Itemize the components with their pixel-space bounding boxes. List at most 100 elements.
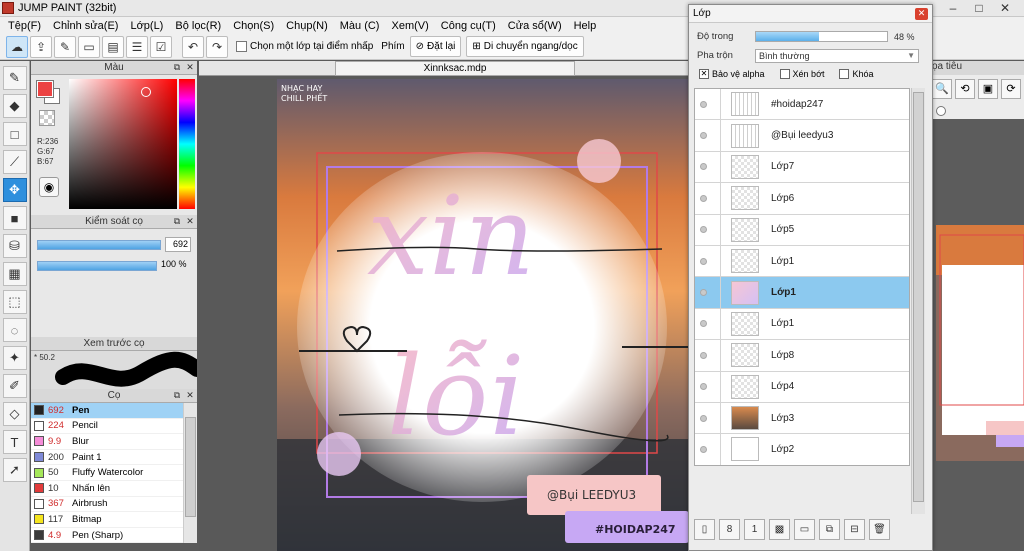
export-icon[interactable]: ⇪	[30, 35, 52, 58]
document-icon[interactable]: ▤	[102, 35, 124, 58]
minimize-icon[interactable]: –	[940, 0, 966, 16]
menu-select[interactable]: Chọn(S)	[227, 20, 280, 32]
chat-icon[interactable]: ▭	[78, 35, 100, 58]
canvas-artwork[interactable]: xin lỗi NHẠC HAY CHILL PHẾT @Bụi LEEDYU3…	[277, 79, 689, 551]
brush-item[interactable]: 50 Fluffy Watercolor	[31, 465, 197, 481]
maximize-icon[interactable]: □	[966, 0, 992, 16]
brush-tool-icon[interactable]: ✎	[2, 66, 27, 90]
brush-item[interactable]: 200 Paint 1	[31, 450, 197, 466]
rotate-icon[interactable]: ⟲	[955, 79, 975, 99]
brush-opacity-slider[interactable]	[37, 260, 157, 271]
visibility-icon[interactable]	[695, 226, 711, 234]
close-icon[interactable]: ✕	[915, 8, 928, 20]
blend-mode-select[interactable]: Bình thường ▼	[755, 48, 919, 63]
close-icon[interactable]: ✕	[185, 62, 195, 72]
lasso-tool-icon[interactable]: ◌	[2, 318, 27, 342]
zoom-icon[interactable]: 🔍	[932, 79, 952, 99]
scroll-thumb[interactable]	[913, 92, 924, 502]
layer-list-scrollbar[interactable]	[911, 88, 925, 514]
brush-item[interactable]: 224 Pencil	[31, 419, 197, 435]
foreground-swatch[interactable]	[36, 80, 54, 98]
layer-row[interactable]: Lớp3	[695, 402, 909, 435]
line-tool-icon[interactable]: ⟋	[2, 150, 27, 174]
layer-row[interactable]: Lớp1	[695, 245, 909, 278]
rectangle-tool-icon[interactable]: □	[2, 122, 27, 146]
cloud-icon[interactable]: ☁	[6, 35, 28, 58]
brush-item[interactable]: 692 Pen	[31, 403, 197, 419]
layer-row[interactable]: Lớp5	[695, 214, 909, 246]
new-1bit-layer-icon[interactable]: 1	[744, 519, 765, 540]
visibility-icon[interactable]	[695, 320, 711, 328]
hue-slider[interactable]	[179, 79, 195, 209]
select-pen-tool-icon[interactable]: ✐	[2, 374, 27, 398]
list-icon[interactable]: ☰	[126, 35, 148, 58]
visibility-icon[interactable]	[695, 414, 711, 422]
navigator-thumbnail[interactable]	[936, 225, 1024, 461]
clipping-checkbox[interactable]	[779, 69, 790, 79]
menu-capture[interactable]: Chụp(N)	[280, 20, 334, 32]
layer-row[interactable]: Lớp6	[695, 183, 909, 215]
visibility-icon[interactable]	[695, 163, 711, 171]
move-direction-button[interactable]: ⊞ Di chuyển ngang/dọc	[466, 36, 584, 57]
lock-checkbox[interactable]	[839, 69, 850, 79]
undock-icon[interactable]: ⧉	[172, 390, 182, 400]
zoom-slider[interactable]	[930, 105, 1024, 119]
transparent-swatch[interactable]	[39, 110, 55, 126]
brush-size-value[interactable]: 692	[165, 237, 191, 252]
visibility-icon[interactable]	[695, 383, 711, 391]
layer-row[interactable]: Lớp8	[695, 340, 909, 372]
menu-filter[interactable]: Bộ lọc(R)	[169, 20, 227, 32]
menu-edit[interactable]: Chỉnh sửa(E)	[47, 20, 124, 32]
opacity-slider[interactable]	[755, 31, 888, 42]
menu-help[interactable]: Help	[568, 20, 603, 32]
close-icon[interactable]: ✕	[992, 0, 1018, 16]
new-folder-icon[interactable]: ▭	[794, 519, 815, 540]
merge-layer-icon[interactable]: ⊟	[844, 519, 865, 540]
text-tool-icon[interactable]: T	[2, 430, 27, 454]
menu-window[interactable]: Cửa sổ(W)	[502, 20, 568, 32]
saturation-value-box[interactable]	[69, 79, 177, 209]
menu-color[interactable]: Màu (C)	[334, 20, 386, 32]
palette-icon[interactable]: ◉	[39, 177, 59, 197]
brush-item[interactable]: 9.9 Blur	[31, 434, 197, 450]
layer-row[interactable]: Lớp1	[695, 277, 909, 309]
brush-size-slider[interactable]	[37, 239, 161, 250]
move-tool-icon[interactable]: ✥	[2, 178, 27, 202]
checklist-icon[interactable]: ☑	[150, 35, 172, 58]
protect-alpha-checkbox[interactable]: ✕	[699, 69, 709, 79]
new-halftone-layer-icon[interactable]: ▩	[769, 519, 790, 540]
new-8bit-layer-icon[interactable]: 8	[719, 519, 740, 540]
bucket-tool-icon[interactable]: ⛁	[2, 234, 27, 258]
fit-icon[interactable]: ▣	[978, 79, 998, 99]
select-layer-checkbox[interactable]: Chọn một lớp tại điểm nhấp	[236, 41, 373, 52]
visibility-icon[interactable]	[695, 445, 711, 453]
menu-file[interactable]: Tệp(F)	[2, 20, 47, 32]
visibility-icon[interactable]	[695, 351, 711, 359]
visibility-icon[interactable]	[695, 289, 711, 297]
undo-icon[interactable]: ↶	[182, 35, 204, 58]
eraser-tool-icon[interactable]: ◆	[2, 94, 27, 118]
color-cursor[interactable]	[141, 87, 151, 97]
visibility-icon[interactable]	[695, 132, 711, 140]
redo-icon[interactable]: ↷	[206, 35, 228, 58]
visibility-icon[interactable]	[695, 100, 711, 108]
layer-row[interactable]: Lớp2	[695, 434, 909, 465]
brush-list-scrollbar[interactable]	[183, 403, 197, 543]
layer-row[interactable]: Lớp1	[695, 308, 909, 341]
new-layer-icon[interactable]: ▯	[694, 519, 715, 540]
brush-item[interactable]: 10 Nhấn lên	[31, 481, 197, 497]
visibility-icon[interactable]	[695, 194, 711, 202]
fill-rect-tool-icon[interactable]: ■	[2, 206, 27, 230]
menu-layer[interactable]: Lớp(L)	[124, 20, 169, 32]
select-rect-tool-icon[interactable]: ⬚	[2, 290, 27, 314]
undock-icon[interactable]: ⧉	[172, 62, 182, 72]
layer-row[interactable]: Lớp4	[695, 371, 909, 403]
brush-item[interactable]: 117 Bitmap	[31, 512, 197, 528]
undock-icon[interactable]: ⧉	[172, 216, 182, 226]
magic-wand-tool-icon[interactable]: ✦	[2, 346, 27, 370]
close-icon[interactable]: ✕	[185, 390, 195, 400]
menu-tools[interactable]: Công cụ(T)	[435, 20, 502, 32]
zoom-slider-knob[interactable]	[936, 106, 946, 116]
brush-item[interactable]: 4.9 Pen (Sharp)	[31, 528, 197, 543]
comment-icon[interactable]: ✎	[54, 35, 76, 58]
